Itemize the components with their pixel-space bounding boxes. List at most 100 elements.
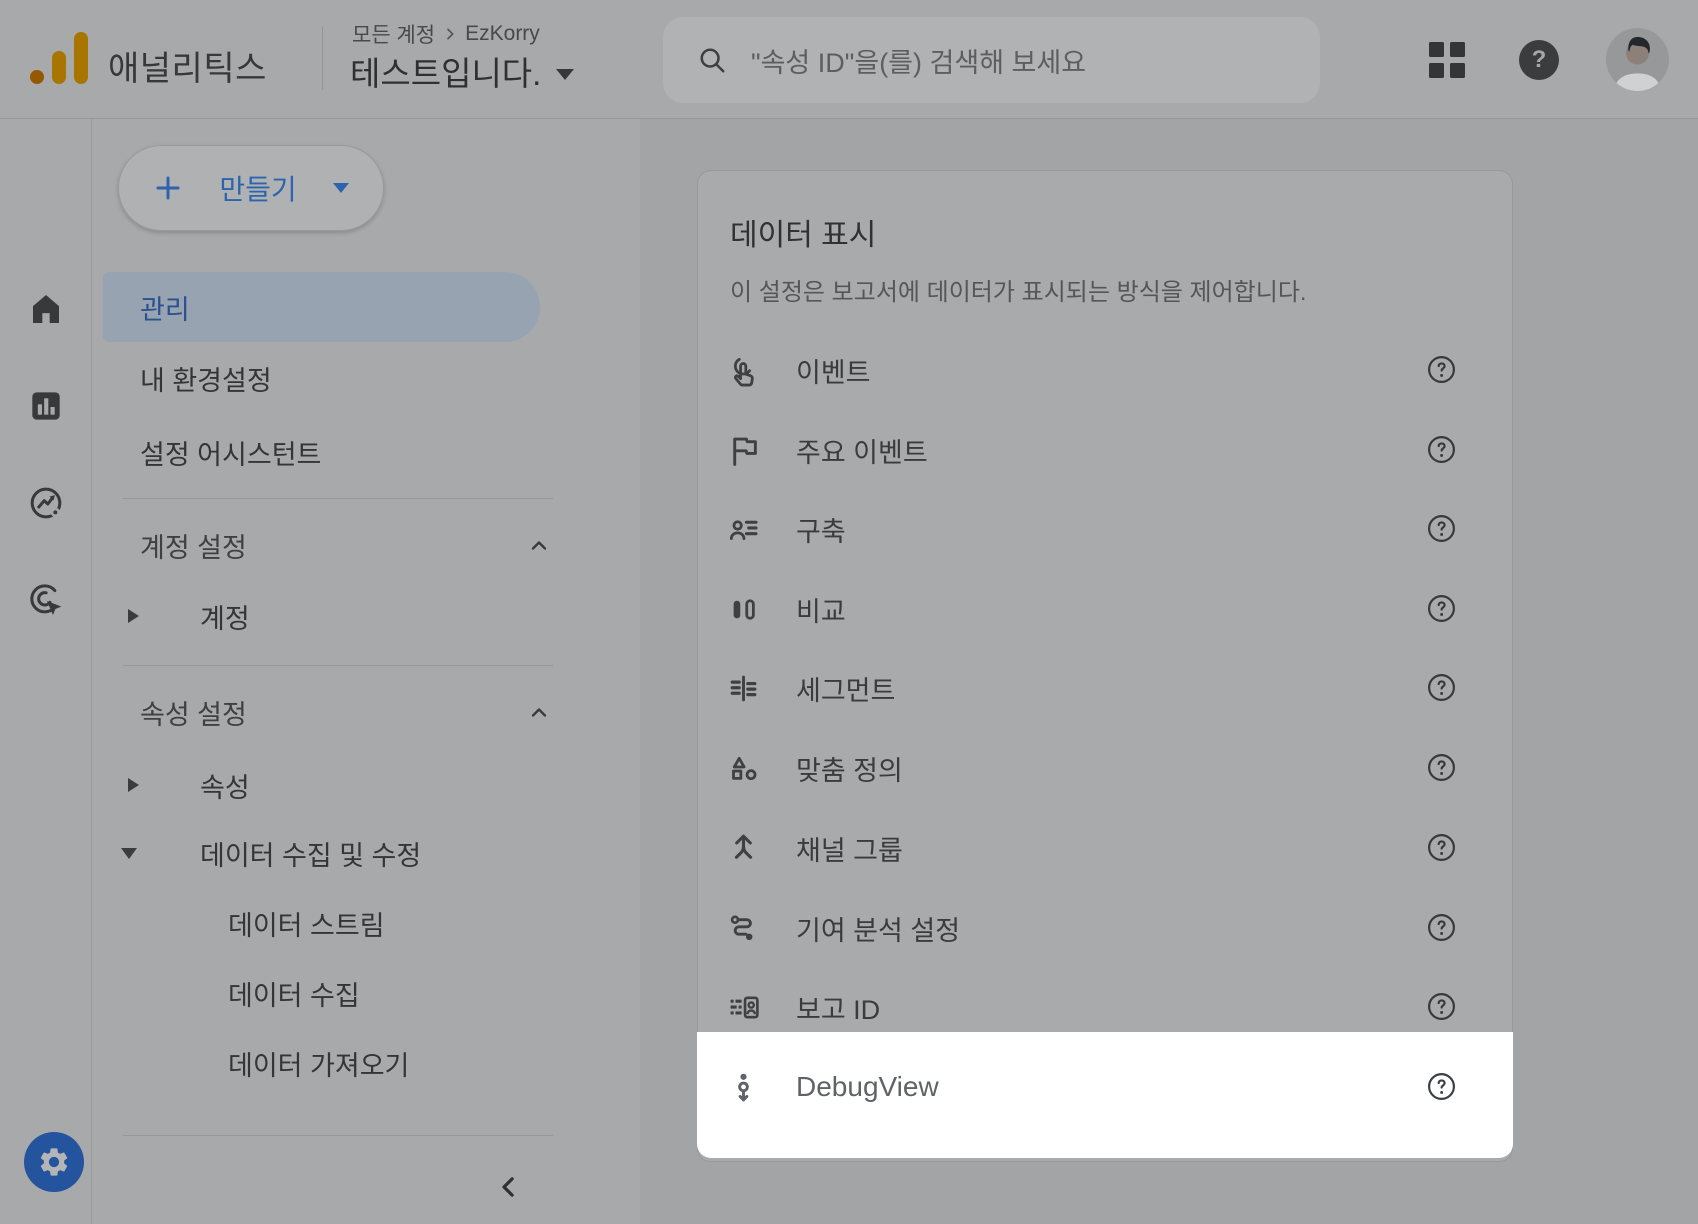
breadcrumb: 모든 계정 EzKorry	[352, 19, 540, 49]
row-audiences[interactable]: 구축	[697, 493, 1513, 565]
row-label: 이벤트	[796, 334, 871, 406]
create-button[interactable]: 만들기	[118, 145, 384, 231]
plus-icon	[153, 173, 183, 203]
help-icon[interactable]	[1424, 432, 1458, 466]
home-icon[interactable]	[24, 287, 68, 331]
row-key-events[interactable]: 주요 이벤트	[697, 414, 1513, 486]
attribution-icon	[723, 908, 763, 948]
sidebar-item-my-preferences[interactable]: 내 환경설정	[140, 361, 272, 395]
collapse-nav-icon[interactable]	[494, 1172, 524, 1202]
search-input[interactable]: "속성 ID"을(를) 검색해 보세요	[663, 17, 1320, 103]
sidebar-item-label: 속성	[200, 766, 250, 805]
breadcrumb-account[interactable]: EzKorry	[465, 22, 540, 46]
property-switcher[interactable]: 테스트입니다.	[350, 47, 574, 95]
row-reporting-identity[interactable]: 보고 ID	[697, 971, 1513, 1043]
sidebar-item-account[interactable]: 계정	[200, 599, 250, 633]
sidebar-item-label: 설정 어시스턴트	[140, 433, 321, 472]
divider	[123, 665, 553, 666]
sidebar-item-label: 내 환경설정	[140, 359, 272, 398]
logo-bar-medium	[52, 51, 66, 84]
row-label: 구축	[796, 493, 846, 565]
top-app-bar: 애널리틱스 모든 계정 EzKorry 테스트입니다. "속성 ID"을(를) …	[0, 0, 1698, 119]
search-icon	[697, 45, 727, 75]
help-icon[interactable]	[1424, 511, 1458, 545]
help-glyph: ?	[1532, 46, 1547, 74]
section-label: 속성 설정	[140, 693, 247, 732]
chevron-up-icon[interactable]	[527, 534, 551, 558]
debugview-icon	[723, 1067, 763, 1107]
sidebar-item-data-collection-and-modification[interactable]: 데이터 수집 및 수정	[200, 836, 421, 870]
comparison-icon	[723, 589, 763, 629]
sidebar-item-label: 계정	[200, 597, 250, 636]
expander-triangle-icon[interactable]	[128, 778, 139, 792]
row-comparisons[interactable]: 비교	[697, 573, 1513, 645]
custom-definitions-icon	[723, 748, 763, 788]
product-name: 애널리틱스	[108, 41, 267, 90]
left-icon-rail	[0, 119, 92, 1224]
sidebar-item-label: 데이터 수집	[228, 974, 360, 1013]
caret-down-icon	[556, 69, 574, 80]
row-segments[interactable]: 세그먼트	[697, 652, 1513, 724]
sidebar-item-data-import[interactable]: 데이터 가져오기	[228, 1046, 409, 1080]
row-attribution-settings[interactable]: 기여 분석 설정	[697, 892, 1513, 964]
divider	[123, 498, 553, 499]
help-icon[interactable]	[1424, 670, 1458, 704]
tap-event-icon	[723, 350, 763, 390]
sidebar-item-label: 데이터 수집 및 수정	[200, 834, 421, 873]
channel-group-icon	[723, 828, 763, 868]
row-events[interactable]: 이벤트	[697, 334, 1513, 406]
audience-icon	[723, 509, 763, 549]
help-icon[interactable]	[1424, 830, 1458, 864]
sidebar-item-admin[interactable]: 관리	[103, 272, 540, 342]
row-channel-groups[interactable]: 채널 그룹	[697, 812, 1513, 884]
row-label: 비교	[796, 573, 846, 645]
header-divider	[322, 27, 323, 90]
sidebar-item-setup-assistant[interactable]: 설정 어시스턴트	[140, 435, 321, 469]
row-label: 맞춤 정의	[796, 732, 903, 804]
advertising-icon[interactable]	[24, 578, 68, 622]
help-icon[interactable]	[1424, 352, 1458, 386]
sidebar-item-label: 데이터 가져오기	[228, 1044, 409, 1083]
help-icon[interactable]	[1424, 989, 1458, 1023]
sidebar-item-label: 데이터 스트림	[228, 904, 385, 943]
row-label: 기여 분석 설정	[796, 892, 960, 964]
card-description: 이 설정은 보고서에 데이터가 표시되는 방식을 제어합니다.	[730, 272, 1307, 307]
settings-gear-icon[interactable]	[24, 1132, 84, 1192]
create-button-label: 만들기	[211, 168, 305, 208]
expander-triangle-icon[interactable]	[128, 609, 139, 623]
card-title: 데이터 표시	[730, 210, 876, 254]
sidebar-item-data-streams[interactable]: 데이터 스트림	[228, 906, 385, 940]
logo-bar-tall	[74, 32, 88, 84]
logo-dot	[30, 70, 44, 84]
help-icon[interactable]	[1424, 910, 1458, 944]
avatar[interactable]	[1606, 28, 1669, 91]
explore-icon[interactable]	[24, 481, 68, 525]
row-custom-definitions[interactable]: 맞춤 정의	[697, 732, 1513, 804]
row-label: 주요 이벤트	[796, 414, 928, 486]
row-debugview[interactable]: DebugView	[697, 1051, 1513, 1123]
analytics-logo[interactable]	[30, 32, 96, 84]
sidebar-item-label: 관리	[140, 272, 190, 342]
apps-grid-icon[interactable]	[1427, 40, 1467, 80]
caret-down-icon	[333, 183, 349, 193]
help-icon[interactable]: ?	[1519, 40, 1559, 80]
chevron-right-icon	[442, 26, 458, 42]
section-label: 계정 설정	[140, 526, 247, 565]
chevron-up-icon[interactable]	[527, 701, 551, 725]
help-icon[interactable]	[1424, 1069, 1458, 1103]
help-icon[interactable]	[1424, 591, 1458, 625]
sidebar-item-property[interactable]: 속성	[200, 768, 250, 802]
help-icon[interactable]	[1424, 750, 1458, 784]
sidebar-item-data-collection[interactable]: 데이터 수집	[228, 976, 360, 1010]
property-name: 테스트입니다.	[350, 47, 541, 95]
expander-triangle-down-icon[interactable]	[121, 848, 137, 859]
divider	[123, 1135, 553, 1136]
row-label: 채널 그룹	[796, 812, 903, 884]
reports-icon[interactable]	[24, 384, 68, 428]
section-property-settings[interactable]: 속성 설정	[140, 695, 247, 729]
reporting-identity-icon	[723, 987, 763, 1027]
breadcrumb-all-accounts[interactable]: 모든 계정	[352, 19, 435, 49]
segment-icon	[723, 668, 763, 708]
ga-admin-page: 애널리틱스 모든 계정 EzKorry 테스트입니다. "속성 ID"을(를) …	[0, 0, 1698, 1224]
section-account-settings[interactable]: 계정 설정	[140, 528, 247, 562]
